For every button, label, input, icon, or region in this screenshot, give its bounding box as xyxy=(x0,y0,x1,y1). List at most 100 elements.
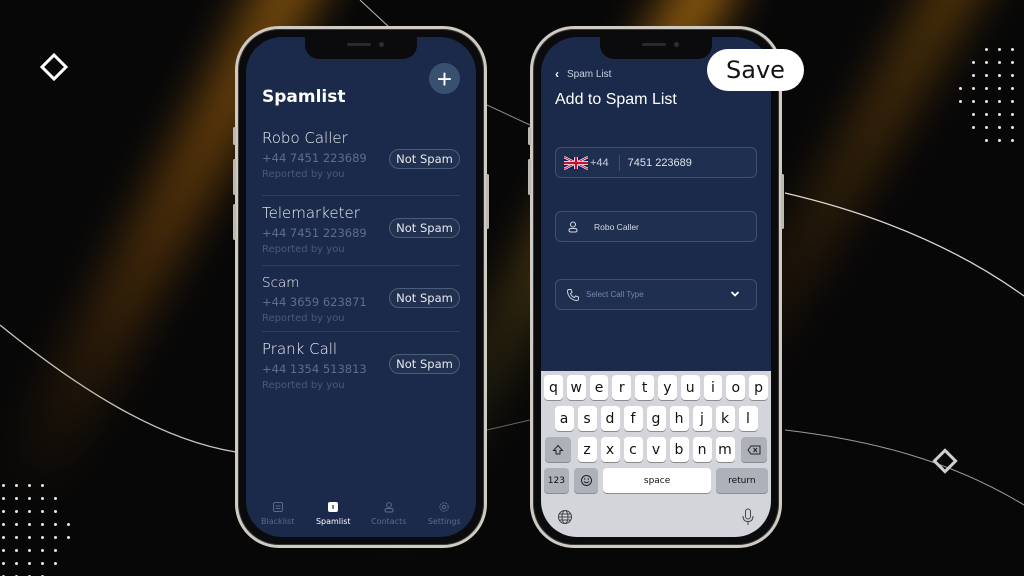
list-item[interactable]: Robo Caller +44 7451 223689 Reported by … xyxy=(262,129,460,196)
key-b[interactable]: b xyxy=(669,437,689,462)
decor-dot xyxy=(998,48,1001,51)
country-code[interactable]: +44 xyxy=(590,157,609,169)
list-item[interactable]: Scam +44 3659 623871 Reported by you Not… xyxy=(262,266,460,332)
phone-side-button xyxy=(781,174,784,229)
keyboard-bottom-bar xyxy=(541,503,771,537)
phone-number-value: 7451 223689 xyxy=(627,156,692,169)
key-r[interactable]: r xyxy=(612,375,632,400)
decor-dot xyxy=(15,536,18,539)
key-z[interactable]: z xyxy=(577,437,597,462)
back-button[interactable]: ‹ Spam List xyxy=(555,67,611,81)
key-x[interactable]: x xyxy=(600,437,620,462)
key-g[interactable]: g xyxy=(646,406,666,431)
list-item[interactable]: Prank Call +44 1354 513813 Reported by y… xyxy=(262,332,460,398)
key-o[interactable]: o xyxy=(726,375,746,400)
reported-note: Reported by you xyxy=(262,244,345,255)
add-button[interactable]: + xyxy=(429,63,460,94)
space-key[interactable]: space xyxy=(603,468,711,493)
not-spam-button[interactable]: Not Spam xyxy=(389,218,460,238)
key-m[interactable]: m xyxy=(715,437,735,462)
key-j[interactable]: j xyxy=(692,406,712,431)
decor-dot xyxy=(2,536,5,539)
tab-spamlist[interactable]: Spamlist xyxy=(306,501,362,537)
key-s[interactable]: s xyxy=(577,406,597,431)
decor-dot xyxy=(2,510,5,513)
key-d[interactable]: d xyxy=(600,406,620,431)
keyboard-row: zxcvbnm xyxy=(544,437,768,462)
return-key[interactable]: return xyxy=(715,468,768,493)
save-button[interactable]: Save xyxy=(707,49,804,91)
person-icon xyxy=(568,220,578,233)
reported-note: Reported by you xyxy=(262,169,345,180)
phone-side-button xyxy=(486,174,489,229)
globe-icon[interactable] xyxy=(557,509,573,525)
decor-dot xyxy=(998,100,1001,103)
decor-dot xyxy=(28,497,31,500)
key-t[interactable]: t xyxy=(635,375,654,400)
not-spam-button[interactable]: Not Spam xyxy=(389,354,460,374)
decor-dot xyxy=(67,523,70,526)
key-n[interactable]: n xyxy=(692,437,712,462)
key-v[interactable]: v xyxy=(646,437,666,462)
tab-label: Spamlist xyxy=(315,517,351,526)
key-k[interactable]: k xyxy=(715,406,735,431)
decor-dot xyxy=(985,126,988,129)
not-spam-button[interactable]: Not Spam xyxy=(389,288,460,308)
phone-number-field[interactable]: +44 7451 223689 xyxy=(555,147,757,178)
list-item[interactable]: Telemarketer +44 7451 223689 Reported by… xyxy=(262,196,460,266)
decor-dot xyxy=(15,523,18,526)
decor-dot xyxy=(41,523,44,526)
key-f[interactable]: f xyxy=(623,406,643,431)
tab-settings[interactable]: Settings xyxy=(417,501,473,537)
contacts-icon xyxy=(384,502,394,513)
tab-blacklist[interactable]: Blacklist xyxy=(250,501,306,537)
plus-icon: + xyxy=(436,63,453,94)
backspace-key[interactable] xyxy=(741,437,767,462)
tab-contacts[interactable]: Contacts xyxy=(361,501,417,537)
decor-dot xyxy=(998,126,1001,129)
call-type-placeholder: Select Call Type xyxy=(586,290,644,299)
emoji-key[interactable] xyxy=(573,468,599,493)
decor-dot xyxy=(1011,48,1014,51)
phone-side-button xyxy=(528,159,531,195)
phone-spamlist: + Spamlist Robo Caller +44 7451 223689 R… xyxy=(233,26,489,548)
key-q[interactable]: q xyxy=(544,375,563,400)
key-u[interactable]: u xyxy=(680,375,700,400)
decor-dot xyxy=(1011,126,1014,129)
decor-dot xyxy=(985,74,988,77)
divider xyxy=(618,154,620,171)
decor-dot xyxy=(54,549,57,552)
shift-icon xyxy=(552,444,564,454)
decor-dot xyxy=(41,497,44,500)
decor-dot xyxy=(28,562,31,565)
decor-dot xyxy=(1011,87,1014,90)
decor-dot xyxy=(972,100,975,103)
shift-key[interactable] xyxy=(545,437,571,462)
key-c[interactable]: c xyxy=(623,437,643,462)
call-type-select[interactable]: Select Call Type xyxy=(555,279,757,310)
key-l[interactable]: l xyxy=(738,406,758,431)
decor-dot xyxy=(28,484,31,487)
decor-dot xyxy=(28,523,31,526)
chevron-left-icon: ‹ xyxy=(555,67,559,81)
not-spam-button[interactable]: Not Spam xyxy=(389,149,460,169)
phone-side-button xyxy=(233,127,236,145)
key-h[interactable]: h xyxy=(669,406,689,431)
decor-dot xyxy=(41,536,44,539)
key-y[interactable]: y xyxy=(658,375,677,400)
decor-dot xyxy=(28,536,31,539)
settings-icon xyxy=(439,502,449,512)
name-field[interactable]: Robo Caller xyxy=(555,211,757,242)
key-w[interactable]: w xyxy=(566,375,586,400)
key-e[interactable]: e xyxy=(589,375,609,400)
decor-dot xyxy=(2,497,5,500)
numbers-key[interactable]: 123 xyxy=(544,468,569,493)
key-p[interactable]: p xyxy=(749,375,768,400)
decor-dot xyxy=(985,139,988,142)
key-a[interactable]: a xyxy=(554,406,574,431)
microphone-icon[interactable] xyxy=(741,508,755,526)
key-i[interactable]: i xyxy=(703,375,723,400)
decor-dot xyxy=(972,126,975,129)
decor-dot xyxy=(998,113,1001,116)
keyboard: qwertyuiop asdfghjkl zxcvbnm 123 space r… xyxy=(541,371,771,537)
